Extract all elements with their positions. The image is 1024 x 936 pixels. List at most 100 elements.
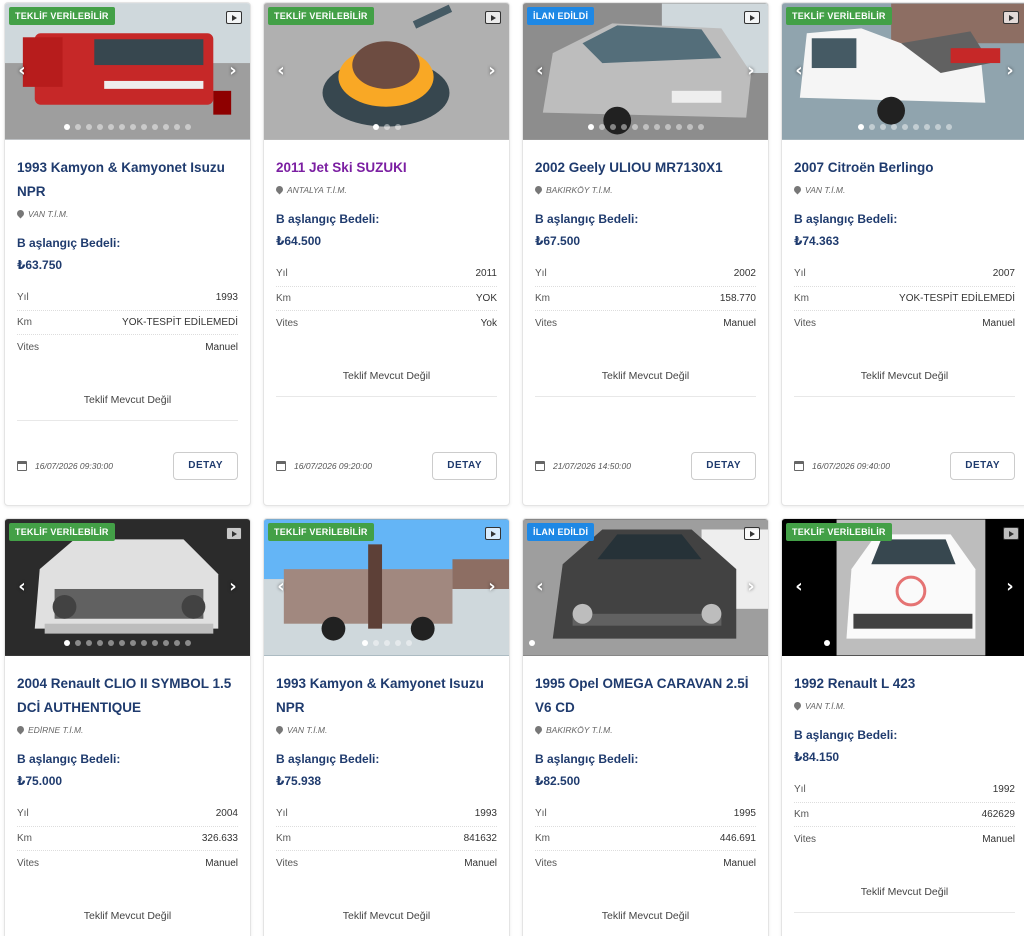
vehicle-photo[interactable]: İLAN EDİLDİ ‹ › (523, 3, 768, 140)
prev-photo-button[interactable]: ‹ (15, 577, 29, 597)
photo-dot[interactable] (75, 124, 81, 130)
photo-dot[interactable] (163, 640, 169, 646)
listing-title[interactable]: 2002 Geely ULIOU MR7130X1 (535, 156, 756, 180)
detail-button[interactable]: DETAY (691, 451, 756, 480)
prev-photo-button[interactable]: ‹ (15, 61, 29, 81)
photo-dot[interactable] (664, 124, 671, 130)
photo-dot[interactable] (631, 124, 638, 130)
photo-dot[interactable] (912, 124, 919, 130)
photo-dot[interactable] (383, 640, 390, 646)
photo-dot[interactable] (587, 124, 594, 130)
photo-dot[interactable] (141, 124, 147, 130)
vehicle-photo[interactable]: TEKLİF VERİLEBİLİR ‹ › (264, 3, 509, 140)
photo-dot[interactable] (174, 124, 180, 130)
vehicle-photo[interactable]: TEKLİF VERİLEBİLİR ‹ › (782, 519, 1024, 656)
photo-dot[interactable] (185, 124, 191, 130)
prev-photo-button[interactable]: ‹ (533, 577, 547, 597)
photo-dot[interactable] (857, 124, 864, 130)
photo-dot[interactable] (141, 640, 147, 646)
photo-dot[interactable] (86, 640, 92, 646)
photo-dot[interactable] (697, 124, 704, 130)
prev-photo-button[interactable]: ‹ (274, 577, 288, 597)
photo-dot[interactable] (675, 124, 682, 130)
photo-dot[interactable] (934, 124, 941, 130)
video-icon[interactable] (226, 527, 242, 540)
next-photo-button[interactable]: › (1003, 61, 1017, 81)
listing-title[interactable]: 2004 Renault CLIO II SYMBOL 1.5 DCİ AUTH… (17, 672, 238, 720)
photo-dot[interactable] (609, 124, 616, 130)
photo-dot[interactable] (394, 640, 401, 646)
listing-title[interactable]: 1992 Renault L 423 (794, 672, 1015, 696)
next-photo-button[interactable]: › (226, 577, 240, 597)
video-icon[interactable] (1003, 527, 1019, 540)
photo-dot[interactable] (86, 124, 92, 130)
photo-dot[interactable] (75, 640, 81, 646)
photo-dot[interactable] (64, 124, 70, 130)
photo-dot[interactable] (394, 124, 401, 130)
next-photo-button[interactable]: › (744, 577, 758, 597)
vehicle-photo[interactable]: TEKLİF VERİLEBİLİR ‹ › (5, 3, 250, 140)
photo-dot[interactable] (119, 124, 125, 130)
listing-title[interactable]: 2011 Jet Ski SUZUKI (276, 156, 497, 180)
photo-dot[interactable] (868, 124, 875, 130)
video-icon[interactable] (485, 11, 501, 24)
photo-dot[interactable] (163, 124, 169, 130)
photo-dot[interactable] (174, 640, 180, 646)
photo-dot[interactable] (923, 124, 930, 130)
next-photo-button[interactable]: › (485, 61, 499, 81)
photo-dot[interactable] (108, 124, 114, 130)
offer-status: Teklif Mevcut Değil (17, 394, 238, 421)
photo-dot[interactable] (383, 124, 390, 130)
photo-dot[interactable] (152, 124, 158, 130)
next-photo-button[interactable]: › (226, 61, 240, 81)
photo-dot[interactable] (879, 124, 886, 130)
photo-dot[interactable] (598, 124, 605, 130)
video-icon[interactable] (485, 527, 501, 540)
video-icon[interactable] (1003, 11, 1019, 24)
listing-title[interactable]: 1993 Kamyon & Kamyonet Isuzu NPR (276, 672, 497, 720)
photo-dot[interactable] (64, 640, 70, 646)
vehicle-photo[interactable]: TEKLİF VERİLEBİLİR ‹ › (5, 519, 250, 656)
photo-dot[interactable] (529, 640, 535, 646)
vehicle-photo[interactable]: TEKLİF VERİLEBİLİR ‹ › (782, 3, 1024, 140)
detail-button[interactable]: DETAY (173, 451, 238, 480)
photo-dot[interactable] (901, 124, 908, 130)
photo-dot[interactable] (945, 124, 952, 130)
detail-button[interactable]: DETAY (950, 451, 1015, 480)
video-icon[interactable] (744, 11, 760, 24)
photo-dot[interactable] (185, 640, 191, 646)
photo-dot[interactable] (97, 640, 103, 646)
photo-dot[interactable] (130, 640, 136, 646)
photo-dot[interactable] (890, 124, 897, 130)
vehicle-photo[interactable]: TEKLİF VERİLEBİLİR ‹ › (264, 519, 509, 656)
photo-dot[interactable] (653, 124, 660, 130)
prev-photo-button[interactable]: ‹ (792, 61, 806, 81)
photo-dot[interactable] (372, 640, 379, 646)
listing-title[interactable]: 1993 Kamyon & Kamyonet Isuzu NPR (17, 156, 238, 204)
photo-dot[interactable] (130, 124, 136, 130)
spec-key: Yıl (535, 808, 547, 820)
photo-dot[interactable] (361, 640, 368, 646)
photo-dot[interactable] (119, 640, 125, 646)
video-icon[interactable] (226, 11, 242, 24)
prev-photo-button[interactable]: ‹ (533, 61, 547, 81)
photo-dot[interactable] (372, 124, 379, 130)
photo-dot[interactable] (405, 640, 412, 646)
photo-dot[interactable] (686, 124, 693, 130)
photo-dot[interactable] (97, 124, 103, 130)
photo-dot[interactable] (152, 640, 158, 646)
listing-title[interactable]: 2007 Citroën Berlingo (794, 156, 1015, 180)
next-photo-button[interactable]: › (485, 577, 499, 597)
photo-dot[interactable] (620, 124, 627, 130)
photo-dot[interactable] (108, 640, 114, 646)
next-photo-button[interactable]: › (744, 61, 758, 81)
photo-dot[interactable] (824, 640, 830, 646)
prev-photo-button[interactable]: ‹ (792, 577, 806, 597)
vehicle-photo[interactable]: İLAN EDİLDİ ‹ › (523, 519, 768, 656)
detail-button[interactable]: DETAY (432, 451, 497, 480)
video-icon[interactable] (744, 527, 760, 540)
photo-dot[interactable] (642, 124, 649, 130)
prev-photo-button[interactable]: ‹ (274, 61, 288, 81)
next-photo-button[interactable]: › (1003, 577, 1017, 597)
listing-title[interactable]: 1995 Opel OMEGA CARAVAN 2.5İ V6 CD (535, 672, 756, 720)
